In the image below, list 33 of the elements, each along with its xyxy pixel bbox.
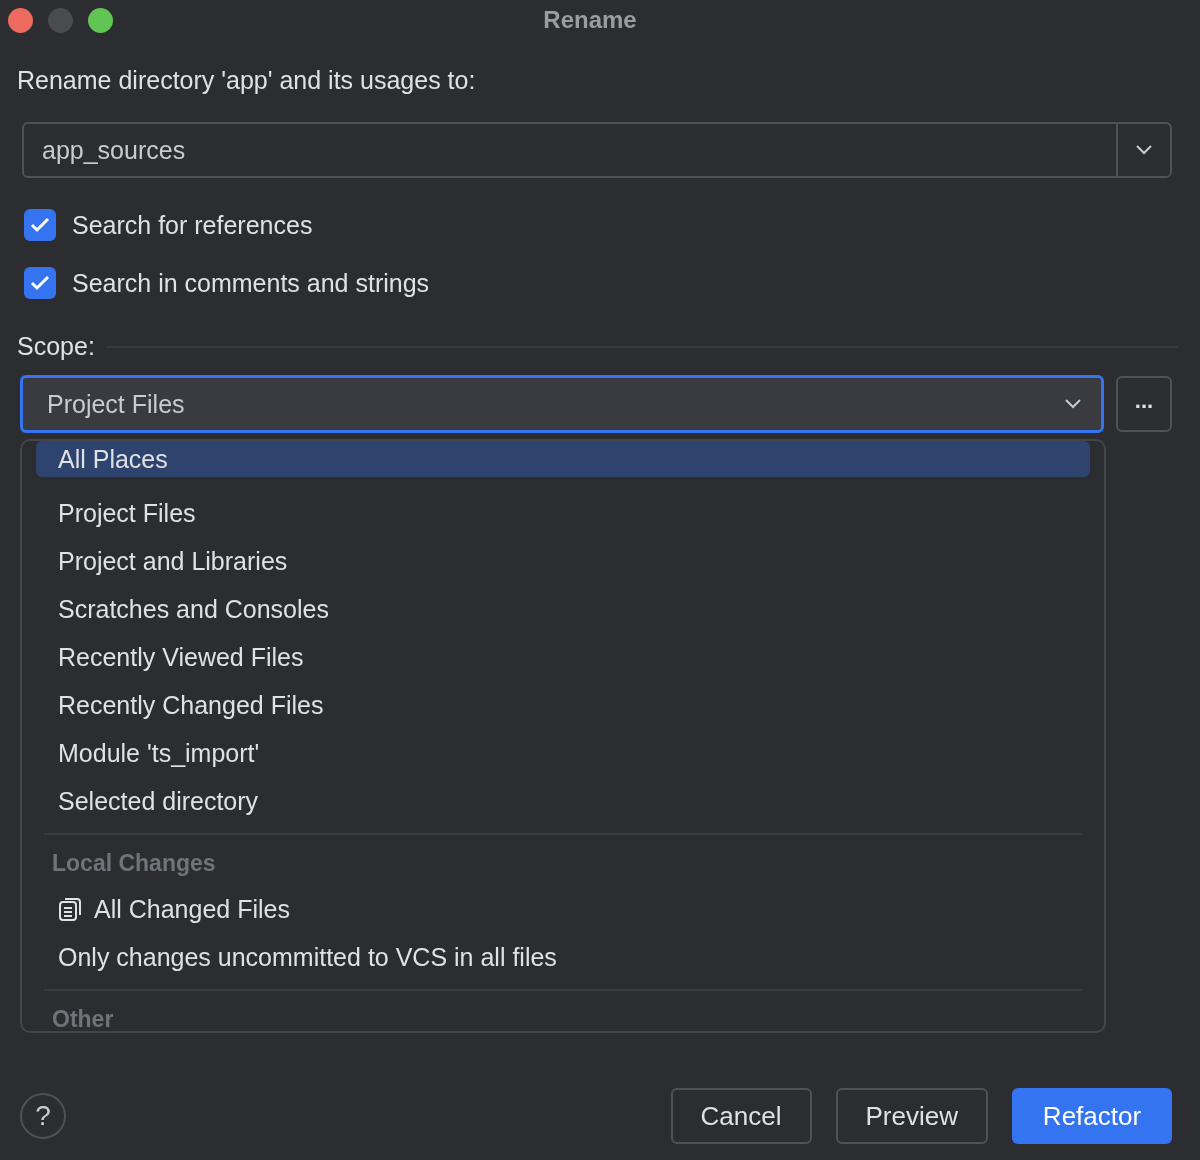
close-window-button[interactable] (8, 7, 33, 33)
checkbox[interactable] (24, 267, 56, 299)
scope-option[interactable]: All Changed Files (36, 885, 1090, 933)
scope-option[interactable]: Project and Libraries (36, 537, 1090, 585)
dialog-button[interactable]: Cancel (670, 1088, 812, 1144)
scope-option[interactable]: Module 'ts_import' (36, 729, 1090, 777)
scope-option[interactable]: All Places (36, 441, 1090, 477)
checkbox-label: Search in comments and strings (72, 268, 430, 298)
more-button[interactable]: ... (1116, 376, 1172, 432)
rename-prompt: Rename directory 'app' and its usages to: (17, 66, 477, 96)
scope-dropdown[interactable]: Project Files (20, 375, 1104, 433)
chevron-down-icon (1064, 399, 1082, 409)
section-header: Other (51, 1004, 115, 1031)
zoom-window-button[interactable] (88, 7, 113, 33)
checkmark-icon (30, 217, 50, 233)
changelist-icon (58, 896, 84, 922)
checkbox[interactable] (24, 209, 56, 241)
scope-option[interactable]: Project Files (36, 489, 1090, 537)
chevron-down-icon (1135, 145, 1153, 155)
dialog-button[interactable]: Preview (835, 1088, 988, 1144)
primary-button[interactable]: Refactor (1012, 1088, 1172, 1144)
name-combo-field[interactable]: app_sources (22, 122, 1172, 178)
checkmark-icon (30, 275, 50, 291)
scope-option[interactable]: Only changes uncommitted to VCS in all files (36, 933, 1090, 981)
section-header: Local Changes (51, 848, 217, 878)
help-button[interactable]: ? (20, 1093, 66, 1139)
window-title: Rename (543, 6, 637, 34)
scope-option[interactable]: Recently Viewed Files (36, 633, 1090, 681)
scope-option[interactable]: Recently Changed Files (36, 681, 1090, 729)
scope-option[interactable]: Selected directory (36, 777, 1090, 825)
scope-label: Scope: (17, 332, 95, 361)
scope-option[interactable]: Scratches and Consoles (36, 585, 1090, 633)
checkbox-label: Search for references (72, 210, 313, 240)
